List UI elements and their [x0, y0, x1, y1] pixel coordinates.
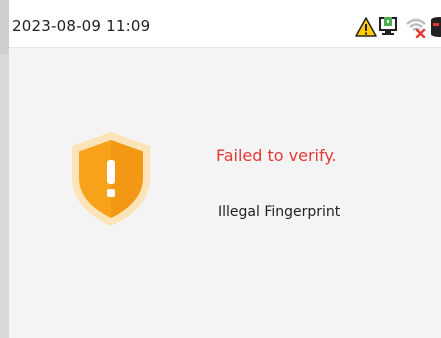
- status-bar: 2023-08-09 11:09: [9, 8, 441, 48]
- device-screen-frame: 2023-08-09 11:09 Failed to verify. Illeg…: [0, 0, 441, 338]
- screen: 2023-08-09 11:09 Failed to verify. Illeg…: [9, 8, 441, 338]
- shield-alert-icon: [66, 128, 156, 228]
- network-connected-icon: [379, 16, 403, 38]
- database-icon: [429, 16, 441, 38]
- status-datetime: 2023-08-09 11:09: [12, 17, 151, 35]
- error-detail: Illegal Fingerprint: [218, 204, 341, 220]
- status-icons: [355, 14, 441, 40]
- screen-edge-top: [0, 0, 9, 54]
- warning-icon: [355, 17, 377, 37]
- error-title: Failed to verify.: [216, 146, 337, 165]
- screen-edge: [0, 0, 9, 338]
- verification-result-panel: Failed to verify. Illegal Fingerprint: [9, 48, 441, 338]
- wifi-disconnected-icon: [405, 16, 427, 38]
